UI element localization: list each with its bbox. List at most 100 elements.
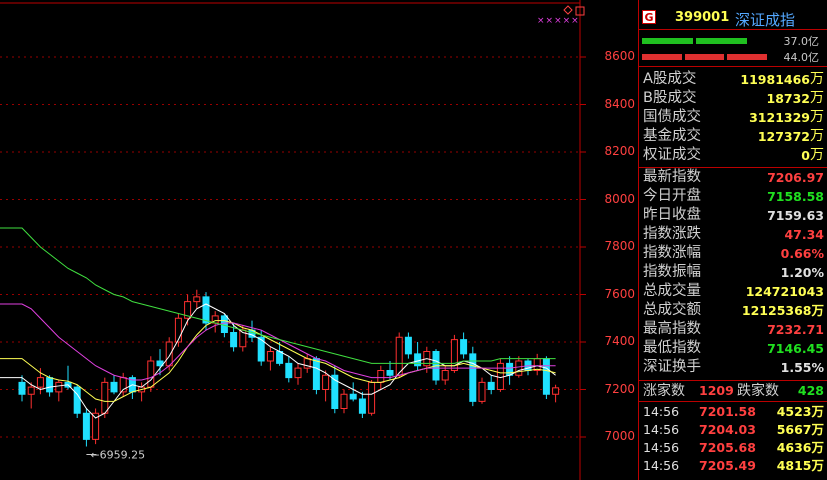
candle-down: [220, 315, 228, 333]
candle-down: [82, 412, 90, 440]
y-tick-label: 7400: [604, 334, 635, 348]
turnover-label: B股成交: [643, 90, 697, 106]
candle-down: [506, 362, 514, 376]
y-tick-label: 7000: [604, 429, 635, 443]
turnover-row: 权证成交 0 万: [639, 146, 827, 165]
candle-down: [285, 362, 293, 379]
turnover-value: 18732: [766, 91, 811, 106]
candle-up: [165, 341, 173, 367]
index-code: 399001: [675, 10, 730, 25]
volume-bar-segment: [684, 54, 725, 60]
y-tick-label: 7600: [604, 286, 635, 301]
candle-up: [340, 393, 348, 409]
volume-bar-segment: [727, 54, 767, 60]
candle-up: [55, 381, 63, 393]
stat-value: 124721043: [745, 284, 824, 299]
stat-value: 47.34: [784, 227, 824, 242]
y-tick-label: 8600: [604, 49, 635, 63]
kline-chart[interactable]: ←6959.25 8600 8400 8200 8000 7800 7600 7400 720…: [0, 0, 638, 480]
stat-row: 总成交额 12125368万: [639, 301, 827, 320]
y-tick-label: 8000: [604, 191, 635, 206]
stat-row: 今日开盘 7158.58: [639, 187, 827, 206]
stat-value: 1.20%: [780, 265, 824, 280]
turnover-unit: 万: [810, 109, 824, 125]
index-badge: G: [642, 10, 656, 24]
stat-label: 最新指数: [643, 169, 701, 185]
candle-up: [147, 360, 155, 388]
tick-row: 14:56 7204.03 5667万: [639, 421, 827, 439]
stat-label: 深证换手: [643, 359, 701, 375]
candle-down: [276, 351, 284, 364]
turnover-row: B股成交 18732 万: [639, 89, 827, 108]
tick-price: 7205.49: [699, 458, 756, 473]
candle-up: [174, 317, 182, 343]
candle-down: [460, 339, 468, 355]
candle-up: [377, 370, 385, 383]
min-annotation: ←6959.25: [90, 449, 145, 462]
tick-price: 7201.58: [699, 404, 756, 419]
turnover-unit: 万: [810, 128, 824, 144]
stat-label: 总成交额: [643, 302, 701, 318]
turnover-unit: 万: [810, 90, 824, 106]
candle-up: [496, 362, 504, 390]
up-count-value: 1209: [699, 383, 734, 398]
candle-down: [18, 381, 26, 395]
stat-row: 最高指数 7232.71: [639, 320, 827, 339]
stat-row: 昨日收盘 7159.63: [639, 206, 827, 225]
turnover-label: 权证成交: [643, 147, 701, 163]
up-count-label: 涨家数: [643, 383, 685, 399]
stat-value: 1.55%: [780, 360, 824, 375]
tick-volume: 4523万: [776, 404, 824, 419]
volume-bar-label: 44.0亿: [783, 51, 820, 64]
turnover-unit: 万: [810, 71, 824, 87]
candle-down: [404, 336, 412, 355]
stat-row: 最新指数 7206.97: [639, 168, 827, 187]
turnover-value: 3121329: [749, 110, 810, 125]
candle-down: [358, 398, 366, 414]
turnover-row: 基金成交 127372 万: [639, 127, 827, 146]
candle-down: [312, 358, 320, 390]
candle-up: [552, 387, 560, 395]
stat-row: 指数涨幅 0.66%: [639, 244, 827, 263]
stat-row: 指数振幅 1.20%: [639, 263, 827, 282]
stat-label: 指数涨幅: [643, 245, 701, 261]
candle-up: [368, 381, 376, 414]
divider: [639, 29, 827, 30]
turnover-row: A股成交 11981466 万: [639, 70, 827, 89]
stat-label: 指数振幅: [643, 264, 701, 280]
tick-row: 14:56 7201.58 4523万: [639, 403, 827, 421]
turnover-row: 国债成交 3121329 万: [639, 108, 827, 127]
turnover-label: 基金成交: [643, 128, 701, 144]
turnover-label: 国债成交: [643, 109, 701, 125]
y-tick-label: 7200: [604, 381, 635, 396]
candle-down: [46, 377, 54, 393]
stat-row: 最低指数 7146.45: [639, 339, 827, 358]
volume-bar-label: 37.0亿: [783, 35, 820, 48]
candle-up: [27, 386, 35, 395]
candle-down: [487, 381, 495, 390]
diamond-icon[interactable]: [563, 5, 573, 15]
candle-down: [73, 386, 81, 414]
candle-up: [441, 370, 449, 381]
candle-down: [202, 296, 210, 324]
tick-row: 14:56 7205.49 4815万: [639, 457, 827, 475]
index-header: G 399001 深证成指: [639, 4, 827, 29]
divider: [639, 380, 827, 381]
stat-label: 昨日收盘: [643, 207, 701, 223]
divider: [639, 66, 827, 67]
tick-row: 14:56 7205.68 4636万: [639, 439, 827, 457]
candle-up: [322, 374, 330, 390]
candle-up: [478, 381, 486, 402]
quote-panel: G 399001 深证成指 37.0亿 44.0亿 A股成交 11981466 万 B股…: [638, 0, 827, 480]
signal-markers: ×××××: [537, 16, 580, 26]
tick-price: 7204.03: [699, 422, 756, 437]
turnover-value: 11981466: [740, 72, 810, 87]
tick-time: 14:56: [643, 422, 680, 437]
y-tick-label: 8400: [604, 96, 635, 111]
stat-row: 总成交量 124721043: [639, 282, 827, 301]
tick-time: 14:56: [643, 404, 680, 419]
candle-up: [294, 367, 302, 379]
volume-bar-segment: [642, 38, 693, 44]
stat-value: 7206.97: [767, 170, 824, 185]
turnover-label: A股成交: [643, 71, 697, 87]
